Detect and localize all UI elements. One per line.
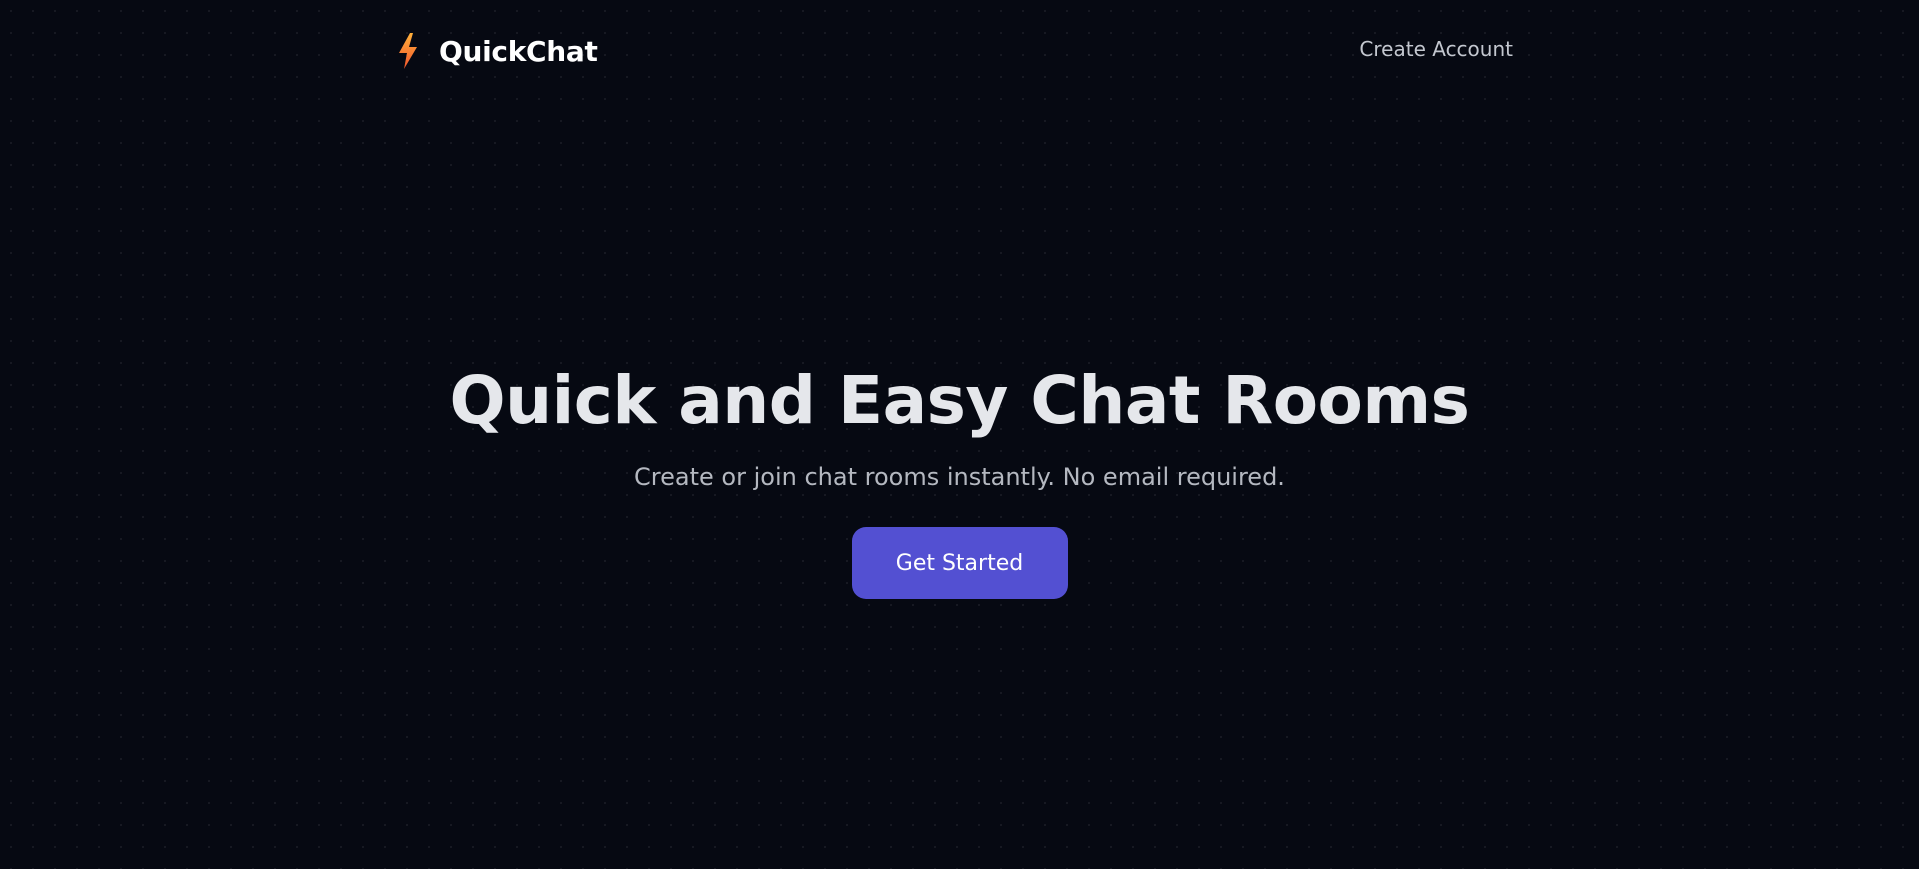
get-started-button[interactable]: Get Started (851, 527, 1068, 599)
create-account-link[interactable]: Create Account (1359, 37, 1513, 61)
hero-title: Quick and Easy Chat Rooms (449, 362, 1470, 439)
hero-subtitle: Create or join chat rooms instantly. No … (634, 463, 1285, 491)
brand-name: QuickChat (439, 34, 598, 68)
hero-section: Quick and Easy Chat Rooms Create or join… (0, 355, 1919, 599)
brand-logo-link[interactable]: QuickChat (395, 30, 598, 72)
top-navigation: QuickChat Create Account (0, 0, 1919, 100)
lightning-bolt-icon (399, 33, 417, 69)
